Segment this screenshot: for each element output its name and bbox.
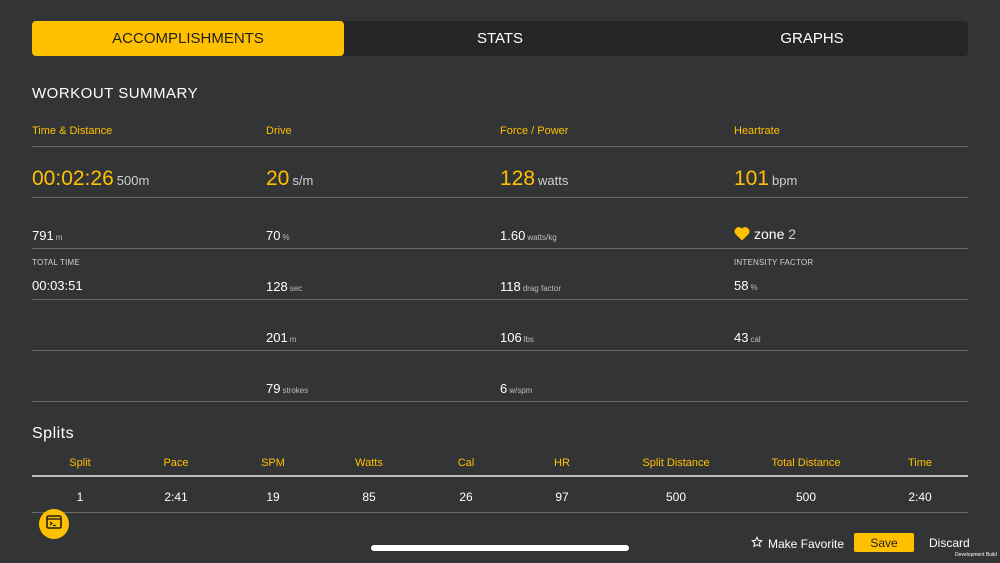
table-cell: 500 <box>665 490 687 504</box>
workout-summary-title: WORKOUT SUMMARY <box>32 85 199 102</box>
drag-factor-unit: drag factor <box>522 284 561 293</box>
splits-col-cal: Cal <box>457 457 475 469</box>
strokes-value: 79 strokes <box>266 381 308 396</box>
table-cell: 19 <box>266 490 280 504</box>
power-value: 128 watts <box>500 167 568 191</box>
pace-number: 00:02:26 <box>32 167 114 190</box>
strokes-number: 79 <box>266 381 281 396</box>
force-number: 106 <box>500 330 522 345</box>
discard-button[interactable]: Discard <box>929 536 970 550</box>
pace-value: 00:02:26 500m <box>32 167 149 191</box>
drag-factor-number: 118 <box>500 279 521 294</box>
watts-per-spm-unit: w/spm <box>509 386 533 395</box>
table-cell: 2:41 <box>164 490 188 504</box>
calories-value: 43 cal <box>734 330 761 345</box>
intensity-factor-value: 58% <box>734 278 758 293</box>
splits-col-watts: Watts <box>355 457 383 469</box>
drag-factor-value: 118 drag factor <box>500 279 561 294</box>
force-unit: lbs <box>523 335 534 344</box>
zone-number: 2 <box>788 226 797 242</box>
stroke-rate-number: 20 <box>266 167 290 190</box>
pace-unit: 500m <box>116 173 150 188</box>
calories-number: 43 <box>734 330 749 345</box>
drive-length-number: 201 <box>266 330 288 345</box>
splits-col-spm: SPM <box>261 457 285 469</box>
stroke-rate-unit: s/m <box>292 173 314 188</box>
make-favorite-label: Make Favorite <box>768 536 845 551</box>
drive-ratio-number: 70 <box>266 228 281 243</box>
watts-per-spm-number: 6 <box>500 381 508 396</box>
heart-zone-value: zone 2 <box>734 226 796 244</box>
divider <box>32 512 968 513</box>
calories-unit: cal <box>750 335 761 344</box>
splits-col-pace: Pace <box>163 457 189 469</box>
heart-icon <box>734 226 750 244</box>
tab-accomplishments[interactable]: ACCOMPLISHMENTS <box>32 21 344 56</box>
heartrate-header: Heartrate <box>734 125 780 137</box>
divider <box>32 146 968 147</box>
drive-time-value: 128 sec <box>266 279 302 294</box>
intensity-factor-label: INTENSITY FACTOR <box>734 258 814 267</box>
watts-per-kg-value: 1.60 watts/kg <box>500 228 557 243</box>
drive-length-unit: m <box>289 335 297 344</box>
watts-per-kg-number: 1.60 <box>500 228 526 243</box>
save-button[interactable]: Save <box>854 533 914 552</box>
intensity-factor-unit: % <box>750 283 758 292</box>
divider <box>32 197 968 198</box>
make-favorite-button[interactable]: Make Favorite <box>750 536 845 551</box>
table-cell: 2:40 <box>908 490 932 504</box>
table-cell: 26 <box>459 490 473 504</box>
distance-value: 791 m <box>32 228 62 243</box>
drive-time-unit: sec <box>289 284 303 293</box>
drive-ratio-value: 70% <box>266 228 290 243</box>
total-time-value: 00:03:51 <box>32 278 83 293</box>
heartrate-value: 101 bpm <box>734 167 797 191</box>
power-unit: watts <box>538 173 569 188</box>
table-cell: 85 <box>362 490 376 504</box>
tab-stats[interactable]: STATS <box>344 21 656 56</box>
time-distance-header: Time & Distance <box>32 125 113 137</box>
divider <box>32 248 968 249</box>
table-cell: 500 <box>795 490 817 504</box>
distance-unit: m <box>55 233 63 242</box>
watts-per-spm-value: 6 w/spm <box>500 381 532 396</box>
force-power-header: Force / Power <box>500 125 569 137</box>
tab-bar: ACCOMPLISHMENTS STATS GRAPHS <box>32 21 968 56</box>
splits-col-split: Split <box>69 457 91 469</box>
home-indicator <box>371 545 629 551</box>
tab-graphs[interactable]: GRAPHS <box>656 21 968 56</box>
drive-time-number: 128 <box>266 279 288 294</box>
splits-title: Splits <box>32 425 75 442</box>
development-build-label: Development Build <box>955 552 997 558</box>
splits-header-divider <box>32 475 968 477</box>
distance-number: 791 <box>32 228 54 243</box>
splits-col-hr: HR <box>554 457 570 469</box>
power-number: 128 <box>500 167 536 190</box>
stroke-rate-value: 20 s/m <box>266 167 313 191</box>
divider <box>32 350 968 351</box>
total-time-label: TOTAL TIME <box>32 258 80 267</box>
zone-label: zone <box>754 226 785 242</box>
heartrate-number: 101 <box>734 167 770 190</box>
table-cell: 1 <box>76 490 84 504</box>
splits-col-total-distance: Total Distance <box>771 457 841 469</box>
intensity-factor-number: 58 <box>734 278 749 293</box>
divider <box>32 299 968 300</box>
strokes-unit: strokes <box>282 386 309 395</box>
drive-ratio-unit: % <box>282 233 290 242</box>
heartrate-unit: bpm <box>772 173 798 188</box>
star-outline-icon <box>750 536 764 551</box>
terminal-button[interactable] <box>39 509 69 539</box>
table-cell: 97 <box>555 490 569 504</box>
splits-col-split-distance: Split Distance <box>642 457 710 469</box>
drive-header: Drive <box>266 125 292 137</box>
splits-col-time: Time <box>907 457 933 469</box>
watts-per-kg-unit: watts/kg <box>527 233 557 242</box>
terminal-icon <box>46 514 62 534</box>
divider <box>32 401 968 402</box>
drive-length-value: 201 m <box>266 330 296 345</box>
force-value: 106 lbs <box>500 330 534 345</box>
